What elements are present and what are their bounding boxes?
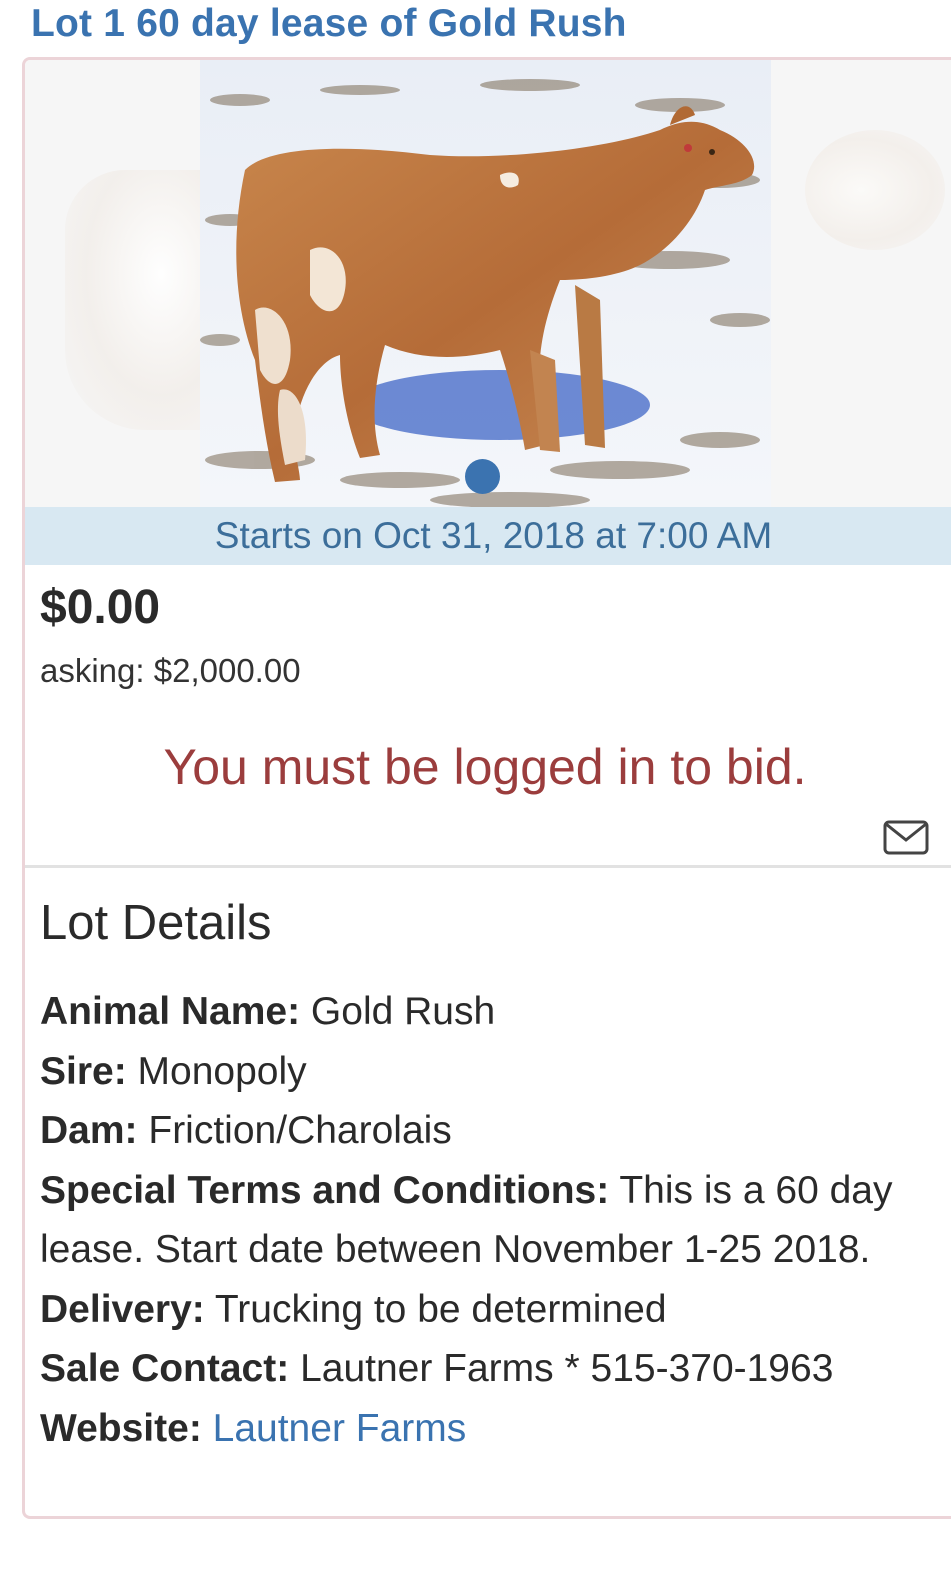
detail-animal-name: Animal Name: Gold Rush: [40, 982, 930, 1042]
lot-photo[interactable]: [200, 60, 771, 507]
detail-special-terms: Special Terms and Conditions: This is a …: [40, 1161, 930, 1280]
detail-label: Dam:: [40, 1109, 138, 1152]
lot-title-link[interactable]: Lot 1 60 day lease of Gold Rush: [31, 2, 627, 46]
section-divider: [25, 865, 951, 868]
detail-label: Sale Contact:: [40, 1347, 290, 1390]
detail-value: Lautner Farms * 515-370-1963: [300, 1347, 834, 1390]
detail-label: Special Terms and Conditions:: [40, 1168, 610, 1212]
detail-sale-contact: Sale Contact: Lautner Farms * 515-370-19…: [40, 1339, 930, 1399]
lot-details-list: Animal Name: Gold Rush Sire: Monopoly Da…: [40, 982, 930, 1458]
image-gallery[interactable]: [25, 60, 951, 507]
current-bid-amount: $0.00: [40, 581, 161, 634]
detail-label: Website:: [40, 1406, 202, 1450]
lot-card: Starts on Oct 31, 2018 at 7:00 AM $0.00 …: [22, 57, 951, 1519]
detail-value: Monopoly: [137, 1049, 307, 1093]
gallery-indicator-dot[interactable]: [465, 459, 500, 494]
detail-value: Trucking to be determined: [214, 1287, 667, 1331]
next-image-preview[interactable]: [805, 130, 945, 250]
asking-price: asking: $2,000.00: [40, 652, 301, 690]
asking-value: $2,000.00: [153, 652, 301, 689]
detail-value: Gold Rush: [310, 990, 496, 1033]
lot-details-heading: Lot Details: [40, 896, 272, 950]
detail-label: Sire:: [40, 1049, 127, 1093]
detail-dam: Dam: Friction/Charolais: [40, 1101, 930, 1161]
detail-sire: Sire: Monopoly: [40, 1042, 930, 1102]
mail-icon[interactable]: [883, 820, 929, 855]
detail-label: Delivery:: [40, 1287, 205, 1331]
detail-label: Animal Name:: [40, 990, 301, 1033]
website-link[interactable]: Lautner Farms: [213, 1407, 467, 1450]
login-required-message: You must be logged in to bid.: [163, 739, 807, 795]
auction-start-banner: Starts on Oct 31, 2018 at 7:00 AM: [25, 507, 951, 565]
detail-delivery: Delivery: Trucking to be determined: [40, 1280, 930, 1340]
detail-website: Website: Lautner Farms: [40, 1399, 930, 1459]
detail-value: Friction/Charolais: [148, 1109, 452, 1152]
asking-label: asking:: [40, 652, 145, 689]
